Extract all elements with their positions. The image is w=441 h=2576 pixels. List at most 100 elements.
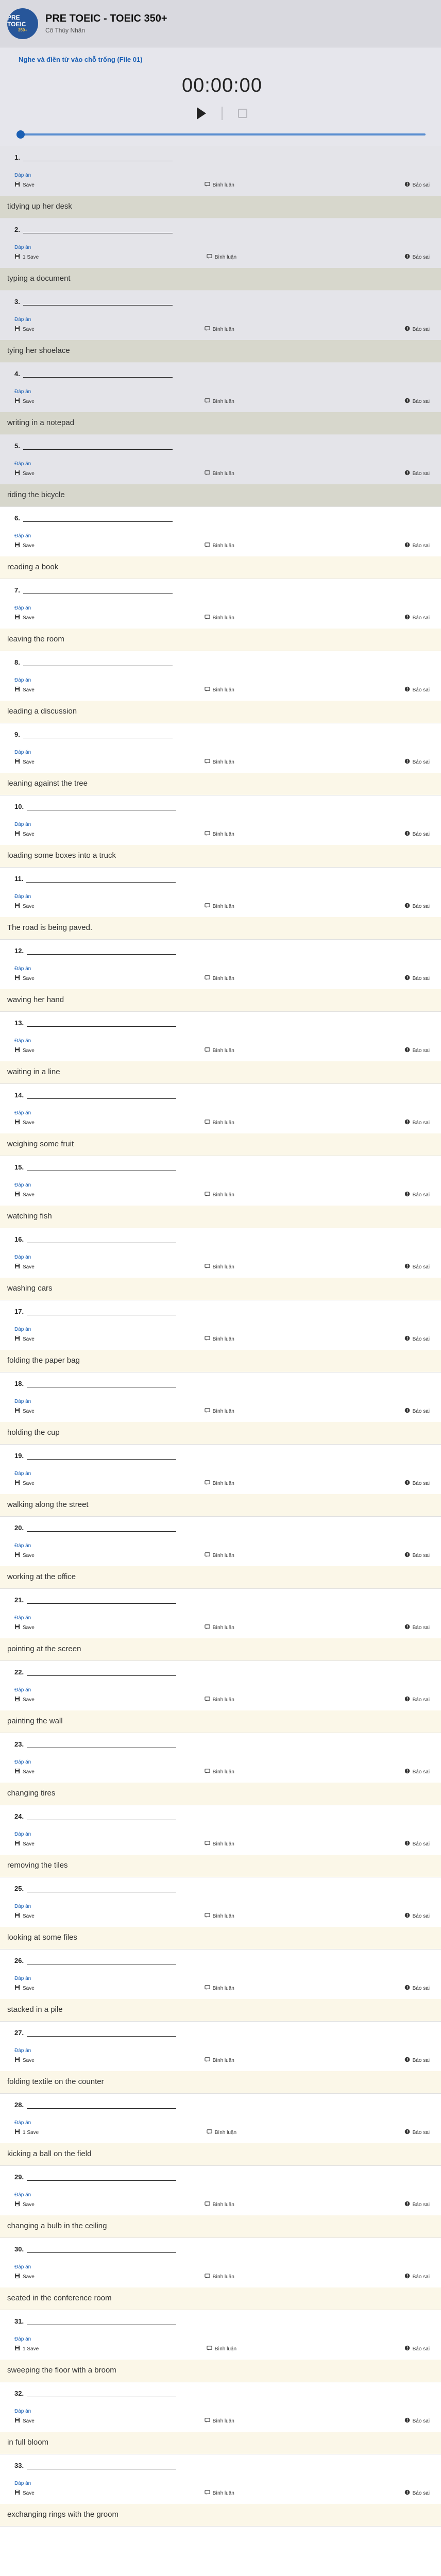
show-answer-link[interactable]: Đáp án bbox=[14, 317, 430, 323]
show-answer-link[interactable]: Đáp án bbox=[14, 1759, 430, 1765]
show-answer-link[interactable]: Đáp án bbox=[14, 1255, 430, 1260]
comment-button[interactable]: Bình luận bbox=[204, 2489, 234, 2497]
report-button[interactable]: Báo sai bbox=[404, 1985, 430, 1992]
report-button[interactable]: Báo sai bbox=[404, 758, 430, 766]
report-button[interactable]: Báo sai bbox=[404, 1335, 430, 1343]
comment-button[interactable]: Bình luận bbox=[204, 1840, 234, 1848]
report-button[interactable]: Báo sai bbox=[404, 398, 430, 405]
show-answer-link[interactable]: Đáp án bbox=[14, 750, 430, 755]
save-button[interactable]: Save bbox=[14, 758, 35, 766]
answer-blank[interactable] bbox=[27, 1308, 177, 1315]
save-button[interactable]: Save bbox=[14, 1047, 35, 1054]
answer-blank[interactable] bbox=[27, 1885, 177, 1892]
save-button[interactable]: Save bbox=[14, 2417, 35, 2425]
show-answer-link[interactable]: Đáp án bbox=[14, 966, 430, 972]
show-answer-link[interactable]: Đáp án bbox=[14, 1976, 430, 1981]
save-button[interactable]: Save bbox=[14, 1335, 35, 1343]
answer-blank[interactable] bbox=[23, 226, 173, 233]
comment-button[interactable]: Bình luận bbox=[204, 1263, 234, 1270]
comment-button[interactable]: Bình luận bbox=[204, 470, 234, 477]
answer-blank[interactable] bbox=[23, 731, 173, 738]
report-button[interactable]: Báo sai bbox=[404, 253, 430, 261]
answer-blank[interactable] bbox=[27, 2246, 177, 2253]
show-answer-link[interactable]: Đáp án bbox=[14, 1832, 430, 1837]
report-button[interactable]: Báo sai bbox=[404, 1119, 430, 1126]
answer-blank[interactable] bbox=[23, 154, 173, 161]
save-button[interactable]: 1 Save bbox=[14, 2129, 39, 2136]
comment-button[interactable]: Bình luận bbox=[207, 253, 236, 261]
show-answer-link[interactable]: Đáp án bbox=[14, 2048, 430, 2054]
comment-button[interactable]: Bình luận bbox=[204, 1408, 234, 1415]
save-button[interactable]: Save bbox=[14, 1912, 35, 1920]
report-button[interactable]: Báo sai bbox=[404, 1840, 430, 1848]
comment-button[interactable]: Bình luận bbox=[204, 326, 234, 333]
answer-blank[interactable] bbox=[23, 298, 173, 306]
report-button[interactable]: Báo sai bbox=[404, 2273, 430, 2280]
report-button[interactable]: Báo sai bbox=[404, 1696, 430, 1703]
save-button[interactable]: Save bbox=[14, 831, 35, 838]
report-button[interactable]: Báo sai bbox=[404, 903, 430, 910]
save-button[interactable]: 1 Save bbox=[14, 2345, 39, 2352]
save-button[interactable]: Save bbox=[14, 326, 35, 333]
answer-blank[interactable] bbox=[27, 1669, 177, 1676]
save-button[interactable]: Save bbox=[14, 1985, 35, 1992]
answer-blank[interactable] bbox=[27, 2174, 177, 2181]
report-button[interactable]: Báo sai bbox=[404, 1912, 430, 1920]
answer-blank[interactable] bbox=[23, 587, 173, 594]
answer-blank[interactable] bbox=[27, 803, 177, 810]
report-button[interactable]: Báo sai bbox=[404, 831, 430, 838]
save-button[interactable]: Save bbox=[14, 542, 35, 549]
report-button[interactable]: Báo sai bbox=[404, 1480, 430, 1487]
answer-blank[interactable] bbox=[27, 1164, 177, 1171]
save-button[interactable]: Save bbox=[14, 181, 35, 189]
answer-blank[interactable] bbox=[27, 1092, 177, 1099]
save-button[interactable]: Save bbox=[14, 470, 35, 477]
show-answer-link[interactable]: Đáp án bbox=[14, 533, 430, 539]
save-button[interactable]: Save bbox=[14, 1696, 35, 1703]
answer-blank[interactable] bbox=[23, 370, 173, 378]
report-button[interactable]: Báo sai bbox=[404, 1263, 430, 1270]
show-answer-link[interactable]: Đáp án bbox=[14, 2336, 430, 2342]
answer-blank[interactable] bbox=[27, 1020, 177, 1027]
comment-button[interactable]: Bình luận bbox=[204, 1768, 234, 1775]
show-answer-link[interactable]: Đáp án bbox=[14, 2120, 430, 2126]
report-button[interactable]: Báo sai bbox=[404, 686, 430, 693]
show-answer-link[interactable]: Đáp án bbox=[14, 605, 430, 611]
report-button[interactable]: Báo sai bbox=[404, 1047, 430, 1054]
save-button[interactable]: Save bbox=[14, 1119, 35, 1126]
report-button[interactable]: Báo sai bbox=[404, 975, 430, 982]
save-button[interactable]: Save bbox=[14, 2057, 35, 2064]
answer-blank[interactable] bbox=[27, 1741, 177, 1748]
answer-blank[interactable] bbox=[27, 947, 177, 955]
comment-button[interactable]: Bình luận bbox=[204, 903, 234, 910]
show-answer-link[interactable]: Đáp án bbox=[14, 2481, 430, 2486]
progress-knob[interactable] bbox=[16, 130, 25, 139]
show-answer-link[interactable]: Đáp án bbox=[14, 389, 430, 395]
save-button[interactable]: Save bbox=[14, 1480, 35, 1487]
show-answer-link[interactable]: Đáp án bbox=[14, 2192, 430, 2198]
save-button[interactable]: Save bbox=[14, 2273, 35, 2280]
show-answer-link[interactable]: Đáp án bbox=[14, 1110, 430, 1116]
comment-button[interactable]: Bình luận bbox=[204, 686, 234, 693]
save-button[interactable]: Save bbox=[14, 1552, 35, 1559]
show-answer-link[interactable]: Đáp án bbox=[14, 1327, 430, 1332]
report-button[interactable]: Báo sai bbox=[404, 2201, 430, 2208]
answer-blank[interactable] bbox=[27, 2462, 177, 2469]
report-button[interactable]: Báo sai bbox=[404, 2057, 430, 2064]
comment-button[interactable]: Bình luận bbox=[204, 1480, 234, 1487]
answer-blank[interactable] bbox=[27, 1597, 177, 1604]
show-answer-link[interactable]: Đáp án bbox=[14, 894, 430, 900]
save-button[interactable]: Save bbox=[14, 1768, 35, 1775]
report-button[interactable]: Báo sai bbox=[404, 542, 430, 549]
show-answer-link[interactable]: Đáp án bbox=[14, 1904, 430, 1909]
comment-button[interactable]: Bình luận bbox=[204, 1335, 234, 1343]
report-button[interactable]: Báo sai bbox=[404, 2129, 430, 2136]
report-button[interactable]: Báo sai bbox=[404, 1624, 430, 1631]
report-button[interactable]: Báo sai bbox=[404, 326, 430, 333]
report-button[interactable]: Báo sai bbox=[404, 2489, 430, 2497]
answer-blank[interactable] bbox=[23, 443, 173, 450]
report-button[interactable]: Báo sai bbox=[404, 470, 430, 477]
comment-button[interactable]: Bình luận bbox=[204, 398, 234, 405]
show-answer-link[interactable]: Đáp án bbox=[14, 1687, 430, 1693]
answer-blank[interactable] bbox=[27, 1813, 177, 1820]
